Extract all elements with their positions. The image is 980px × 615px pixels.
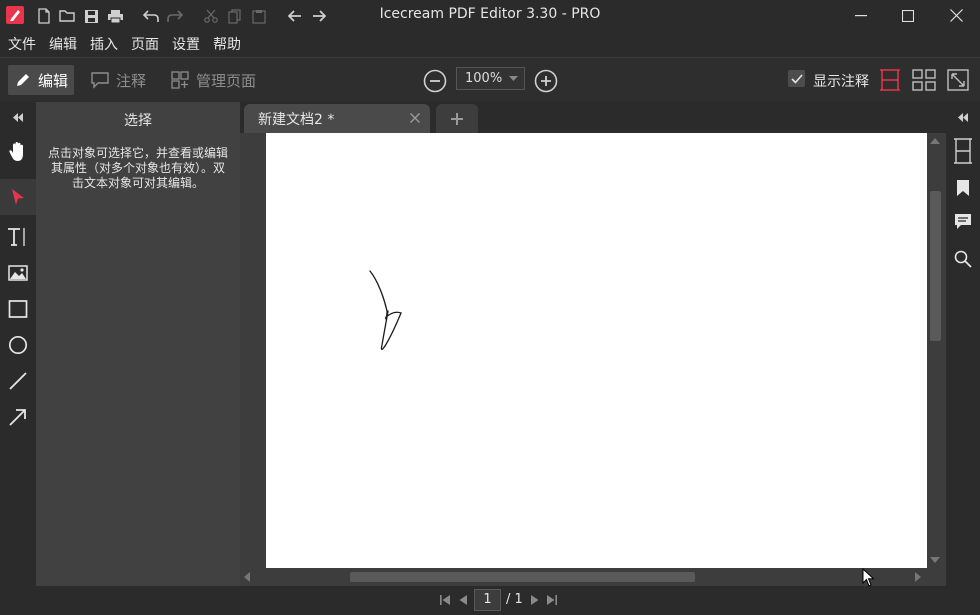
horizontal-scrollbar[interactable]	[240, 568, 927, 586]
cursor-arrow-icon	[12, 189, 24, 205]
window-title: Icecream PDF Editor 3.30 - PRO	[379, 6, 601, 22]
new-tab-button[interactable]	[436, 104, 478, 133]
properties-panel: 选择 点击对象可选择它，并查看或编辑其属性（对多个对象也有效）。双击文本对象可对…	[36, 102, 240, 586]
zoom-in-button[interactable]	[533, 68, 558, 93]
arrow-tool[interactable]	[0, 400, 36, 434]
chevron-down-icon	[509, 76, 518, 81]
double-chevron-left-icon	[958, 112, 968, 122]
double-chevron-left-icon	[13, 112, 23, 122]
annotate-mode-button[interactable]: 注释	[84, 65, 152, 95]
image-tool[interactable]	[0, 256, 36, 290]
mouse-cursor-icon	[862, 568, 875, 587]
expand-right-panel-button[interactable]	[946, 102, 980, 132]
menu-page[interactable]: 页面	[131, 34, 159, 54]
pencil-icon	[17, 74, 29, 86]
manage-pages-label: 管理页面	[196, 71, 257, 90]
show-annotations-checkbox[interactable]	[788, 70, 805, 87]
zoom-out-button[interactable]	[422, 68, 447, 93]
pagination-bar: 1 / 1	[0, 586, 980, 615]
next-page-icon[interactable]	[528, 593, 542, 607]
search-icon[interactable]	[946, 244, 980, 274]
text-tool[interactable]	[0, 220, 36, 254]
page-number-input[interactable]: 1	[474, 589, 501, 611]
annotate-mode-label: 注释	[116, 71, 147, 90]
panel-title: 选择	[124, 113, 152, 129]
scroll-left-icon[interactable]	[244, 572, 250, 582]
menu-insert[interactable]: 插入	[90, 34, 118, 54]
vertical-scroll-thumb[interactable]	[930, 191, 941, 341]
maximize-button[interactable]	[885, 0, 931, 31]
zoom-select[interactable]: 100%	[456, 67, 525, 90]
zoom-value: 100%	[465, 71, 503, 86]
checkmark-icon	[790, 73, 803, 84]
tab-document[interactable]: 新建文档2 *	[244, 104, 430, 133]
line-icon	[9, 372, 27, 390]
title-bar: Icecream PDF Editor 3.30 - PRO	[0, 0, 980, 31]
ellipse-tool[interactable]	[0, 328, 36, 362]
menu-file[interactable]: 文件	[8, 34, 36, 54]
menu-edit[interactable]: 编辑	[49, 34, 77, 54]
horizontal-scroll-thumb[interactable]	[350, 572, 695, 582]
tab-label: 新建文档2 *	[258, 111, 335, 128]
comments-icon[interactable]	[946, 207, 980, 237]
panel-description: 点击对象可选择它，并查看或编辑其属性（对多个对象也有效）。双击文本对象可对其编辑…	[47, 146, 228, 190]
rectangle-tool[interactable]	[0, 292, 36, 326]
circle-icon	[8, 335, 28, 355]
collapse-panel-button[interactable]	[0, 102, 36, 132]
comment-icon	[91, 72, 109, 89]
page-thumbnails-icon[interactable]	[946, 136, 980, 166]
first-page-icon[interactable]	[438, 593, 452, 607]
edit-mode-button[interactable]: 编辑	[8, 65, 75, 95]
menu-settings[interactable]: 设置	[172, 34, 200, 54]
close-window-button[interactable]	[933, 0, 979, 31]
bookmark-icon[interactable]	[946, 173, 980, 203]
text-icon	[8, 228, 25, 246]
menu-help[interactable]: 帮助	[213, 34, 241, 54]
rectangle-icon	[8, 300, 28, 318]
last-page-icon[interactable]	[545, 593, 559, 607]
fit-height-icon[interactable]	[877, 68, 903, 92]
edit-mode-label: 编辑	[38, 71, 69, 90]
page-total: / 1	[506, 592, 523, 607]
vertical-scrollbar[interactable]	[927, 133, 943, 568]
fullscreen-icon[interactable]	[945, 68, 971, 92]
close-tab-icon[interactable]	[408, 111, 422, 125]
right-sidebar	[946, 102, 980, 586]
plus-icon	[451, 112, 463, 125]
page-grid-icon[interactable]	[911, 68, 937, 92]
hand-tool[interactable]	[0, 135, 36, 169]
tool-strip	[0, 102, 36, 586]
previous-page-icon[interactable]	[456, 593, 470, 607]
line-tool[interactable]	[0, 364, 36, 398]
show-annotations-label: 显示注释	[813, 74, 869, 90]
scroll-down-icon[interactable]	[930, 557, 940, 563]
select-tool[interactable]	[0, 179, 36, 215]
image-icon	[8, 265, 28, 281]
scroll-right-icon[interactable]	[915, 572, 921, 582]
menu-bar: 文件 编辑 插入 页面 设置 帮助	[0, 31, 980, 56]
hand-icon	[9, 142, 23, 161]
document-tabs: 新建文档2 *	[240, 102, 946, 133]
freehand-drawing[interactable]	[266, 133, 927, 568]
minimize-button[interactable]	[838, 0, 884, 31]
arrow-icon	[9, 409, 26, 426]
scroll-up-icon[interactable]	[930, 138, 940, 144]
grid-pages-icon	[171, 71, 189, 89]
document-viewport	[240, 133, 946, 586]
manage-pages-button[interactable]: 管理页面	[164, 65, 262, 95]
pdf-page[interactable]	[266, 133, 927, 568]
